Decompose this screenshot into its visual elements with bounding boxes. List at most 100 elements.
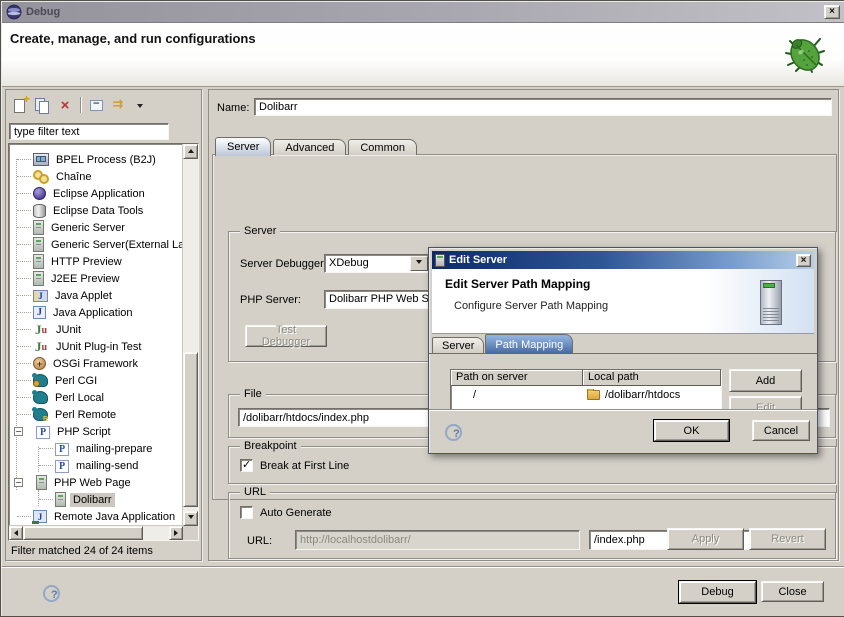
local-path-cell: /dolibarr/htdocs <box>583 389 721 401</box>
toolbar-separator <box>80 97 81 113</box>
dialog-help-icon[interactable] <box>445 424 462 441</box>
dialog-body: Path on serverLocal path //dolibarr/htdo… <box>429 354 817 409</box>
tree-item-j2ee-preview[interactable]: J2EE Preview <box>9 270 183 287</box>
dialog-close-icon[interactable]: × <box>796 254 811 267</box>
tab-advanced[interactable]: Advanced <box>273 139 346 155</box>
php-icon <box>36 426 50 439</box>
server-debugger-value: XDebug <box>329 257 411 269</box>
file-group-title: File <box>240 388 266 400</box>
tree-item-generic-server-external-la[interactable]: Generic Server(External La <box>9 236 183 253</box>
toolbar-collapse-all-icon[interactable] <box>85 95 107 115</box>
tab-label: Server <box>442 340 474 352</box>
tree-item-perl-remote[interactable]: Perl Remote <box>9 406 183 423</box>
osgi-icon <box>33 357 46 370</box>
tree-item-dolibarr[interactable]: Dolibarr <box>9 491 183 508</box>
auto-generate-checkbox[interactable] <box>240 506 253 519</box>
tree-item-java-applet[interactable]: Java Applet <box>9 287 183 304</box>
tree-item-junit-plug-in-test[interactable]: JUnit Plug-in Test <box>9 338 183 355</box>
close-button[interactable]: Close <box>761 581 824 602</box>
server-icon <box>33 220 44 235</box>
path-mapping-table[interactable]: Path on serverLocal path //dolibarr/htdo… <box>450 369 722 409</box>
tree-item-generic-server[interactable]: Generic Server <box>9 219 183 236</box>
dialog-header: Edit Server Path Mapping Configure Serve… <box>432 269 814 334</box>
tree-item-label: PHP Script <box>54 425 114 439</box>
break-first-line-checkbox[interactable] <box>240 459 253 472</box>
remote-java-icon <box>33 510 47 523</box>
scroll-down-icon[interactable] <box>183 511 198 526</box>
banner: Create, manage, and run configurations <box>2 23 844 87</box>
table-row[interactable]: //dolibarr/htdocs <box>451 386 721 403</box>
tree-item-osgi-framework[interactable]: OSGi Framework <box>9 355 183 372</box>
collapse-minus-icon[interactable] <box>14 478 23 487</box>
tree-horizontal-scrollbar[interactable] <box>9 525 183 540</box>
scroll-up-icon[interactable] <box>183 144 198 159</box>
tree-item-eclipse-data-tools[interactable]: Eclipse Data Tools <box>9 202 183 219</box>
tree-item-label: HTTP Preview <box>48 255 125 269</box>
tree-item-cha-ne[interactable]: Chaîne <box>9 168 183 185</box>
server-tower-image <box>760 280 782 325</box>
edit-mapping-button[interactable]: Edit <box>729 396 802 409</box>
tree-item-java-application[interactable]: Java Application <box>9 304 183 321</box>
debug-button[interactable]: Debug <box>679 581 756 603</box>
scroll-right-icon[interactable] <box>169 526 183 540</box>
dialog-tab-server[interactable]: Server <box>432 337 484 353</box>
chevron-down-icon[interactable] <box>410 256 428 271</box>
cancel-button[interactable]: Cancel <box>752 420 810 441</box>
ok-button[interactable]: OK <box>654 420 729 441</box>
tree-item-eclipse-application[interactable]: Eclipse Application <box>9 185 183 202</box>
dialog-tab-path-mapping[interactable]: Path Mapping <box>485 334 573 354</box>
tree-item-mailing-prepare[interactable]: mailing-prepare <box>9 440 183 457</box>
eclipse-application-icon <box>33 187 46 200</box>
title-bar: Debug × <box>2 2 844 23</box>
test-debugger-button[interactable]: Test Debugger <box>245 325 327 347</box>
footer-divider <box>2 566 844 567</box>
server-group-title: Server <box>240 225 280 237</box>
filter-icon <box>113 98 124 112</box>
menu-caret-icon <box>137 104 143 111</box>
toolbar-menu-caret-icon[interactable] <box>129 95 151 115</box>
tree-item-php-web-page[interactable]: PHP Web Page <box>9 474 183 491</box>
server-debugger-select[interactable]: XDebug <box>324 254 430 273</box>
tab-server[interactable]: Server <box>215 137 271 156</box>
bpel-process-icon <box>33 153 49 166</box>
scroll-thumb[interactable] <box>183 352 198 507</box>
dialog-button-bar: OK Cancel <box>429 409 817 453</box>
filter-status: Filter matched 24 of 24 items <box>11 545 153 557</box>
config-tree[interactable]: BPEL Process (B2J)ChaîneEclipse Applicat… <box>8 143 199 541</box>
name-input[interactable] <box>254 98 832 116</box>
apply-button[interactable]: Apply <box>667 528 744 550</box>
tree-item-perl-local[interactable]: Perl Local <box>9 389 183 406</box>
break-first-line-label: Break at First Line <box>260 460 349 472</box>
collapse-minus-icon[interactable] <box>14 427 23 436</box>
add-mapping-button[interactable]: Add <box>729 369 802 392</box>
scroll-left-icon[interactable] <box>9 526 23 540</box>
left-panel: BPEL Process (B2J)ChaîneEclipse Applicat… <box>5 89 202 561</box>
url-group: URL Auto Generate URL: <box>228 492 836 559</box>
column-header-path-on-server[interactable]: Path on server <box>451 370 583 386</box>
tree-item-http-preview[interactable]: HTTP Preview <box>9 253 183 270</box>
toolbar-filter-icon[interactable] <box>107 95 129 115</box>
column-header-local-path[interactable]: Local path <box>583 370 721 386</box>
tree-item-remote-java-application[interactable]: Remote Java Application <box>9 508 183 525</box>
tree-vertical-scrollbar[interactable] <box>182 144 198 526</box>
dialog-heading: Edit Server Path Mapping <box>445 277 590 291</box>
tree-item-mailing-send[interactable]: mailing-send <box>9 457 183 474</box>
close-icon[interactable]: × <box>824 5 840 19</box>
toolbar-duplicate-icon[interactable] <box>32 95 54 115</box>
tab-common[interactable]: Common <box>348 139 417 155</box>
scroll-thumb[interactable] <box>23 526 143 540</box>
filter-input[interactable] <box>9 123 169 140</box>
help-icon[interactable] <box>43 585 60 602</box>
tree-item-perl-cgi[interactable]: Perl CGI <box>9 372 183 389</box>
revert-button[interactable]: Revert <box>749 528 826 550</box>
tree-item-php-script[interactable]: PHP Script <box>9 423 183 440</box>
tree-item-bpel-process-b2j[interactable]: BPEL Process (B2J) <box>9 151 183 168</box>
toolbar-new-config-icon[interactable] <box>10 95 32 115</box>
php-server-label: PHP Server: <box>240 294 301 306</box>
main-tabs: ServerAdvanced Common <box>215 136 419 155</box>
tab-label: Common <box>360 142 405 154</box>
toolbar-delete-icon[interactable] <box>54 95 76 115</box>
tree-item-label: Java Application <box>50 306 136 320</box>
server-icon <box>33 254 44 269</box>
tree-item-junit[interactable]: JUnit <box>9 321 183 338</box>
